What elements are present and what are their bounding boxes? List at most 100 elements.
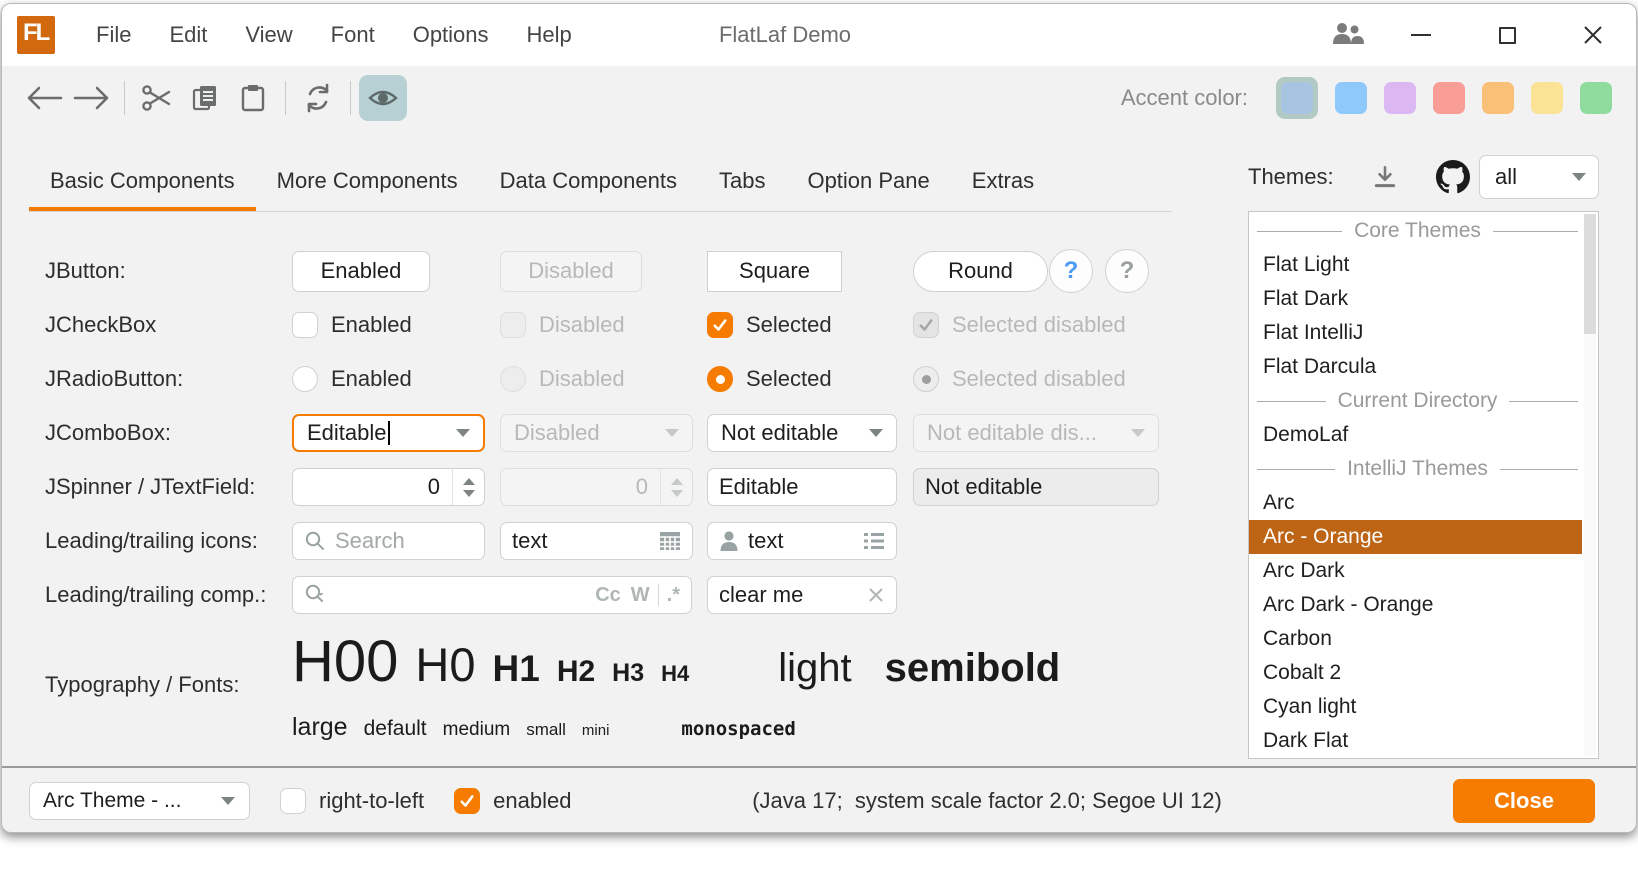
theme-item[interactable]: Arc Dark - Orange: [1249, 588, 1582, 622]
forward-button[interactable]: [68, 75, 116, 121]
minimize-button[interactable]: [1378, 4, 1464, 66]
theme-item[interactable]: Cobalt 2: [1249, 656, 1582, 690]
radio-selected[interactable]: [707, 366, 733, 392]
theme-item[interactable]: Flat IntelliJ: [1249, 316, 1582, 350]
accent-swatch-2[interactable]: [1335, 82, 1367, 114]
list-icon[interactable]: [863, 531, 885, 551]
scrollbar-thumb[interactable]: [1584, 214, 1596, 334]
themes-filter-combo[interactable]: all: [1479, 155, 1599, 199]
theme-item[interactable]: Arc: [1249, 486, 1582, 520]
theme-item[interactable]: DemoLaf: [1249, 418, 1582, 452]
themes-panel: Themes: all Core Themes Flat Light Flat …: [1248, 154, 1599, 759]
search-input[interactable]: Search: [292, 522, 485, 560]
users-icon[interactable]: [1318, 20, 1378, 51]
tab-extras[interactable]: Extras: [951, 154, 1055, 211]
whole-word-button[interactable]: W: [631, 584, 650, 607]
cut-button[interactable]: [133, 75, 181, 121]
accent-swatch-1[interactable]: [1281, 82, 1313, 114]
theme-item[interactable]: Dark Flat: [1249, 724, 1582, 758]
spinner-arrows[interactable]: [452, 469, 484, 505]
tab-data-components[interactable]: Data Components: [479, 154, 698, 211]
close-button[interactable]: Close: [1453, 779, 1595, 823]
maximize-button[interactable]: [1464, 4, 1550, 66]
checkbox-selected[interactable]: [707, 312, 733, 338]
text-input-value: text: [748, 528, 783, 554]
theme-item[interactable]: Flat Dark: [1249, 282, 1582, 316]
themes-filter-value: all: [1495, 164, 1517, 190]
radio-selected-label: Selected: [746, 366, 832, 392]
themes-scrollbar[interactable]: [1584, 214, 1596, 756]
accent-swatch-4[interactable]: [1433, 82, 1465, 114]
checkbox-enabled[interactable]: [292, 312, 318, 338]
theme-item[interactable]: Arc Dark: [1249, 554, 1582, 588]
close-window-button[interactable]: [1550, 4, 1636, 66]
theme-group-separator: Core Themes: [1249, 214, 1582, 248]
radio-enabled[interactable]: [292, 366, 318, 392]
textfield-editable[interactable]: Editable: [707, 468, 897, 506]
download-themes-button[interactable]: [1372, 164, 1398, 190]
back-button[interactable]: [20, 75, 68, 121]
small-sample: small: [526, 720, 566, 740]
accent-swatch-7[interactable]: [1580, 82, 1612, 114]
theme-selector-combo[interactable]: Arc Theme - ...: [29, 782, 250, 820]
accent-swatch-6[interactable]: [1531, 82, 1563, 114]
clear-icon[interactable]: [867, 586, 885, 604]
round-button[interactable]: Round: [913, 251, 1048, 292]
menu-help[interactable]: Help: [508, 4, 591, 66]
menu-view[interactable]: View: [226, 4, 311, 66]
theme-item[interactable]: Flat Darcula: [1249, 350, 1582, 384]
tab-basic-components[interactable]: Basic Components: [29, 154, 256, 211]
theme-item[interactable]: Cyan light: [1249, 690, 1582, 724]
minimize-icon: [1411, 34, 1431, 36]
text-input-person[interactable]: text: [707, 522, 897, 560]
jspinner-label: JSpinner / JTextField:: [45, 474, 292, 500]
combobox-not-editable[interactable]: Not editable: [707, 414, 897, 452]
enabled-button[interactable]: Enabled: [292, 251, 430, 292]
theme-item-selected[interactable]: Arc - Orange: [1249, 520, 1582, 554]
menu-file[interactable]: File: [77, 4, 150, 66]
tab-option-pane[interactable]: Option Pane: [786, 154, 950, 211]
theme-item[interactable]: Carbon: [1249, 622, 1582, 656]
tab-tabs[interactable]: Tabs: [698, 154, 786, 211]
menu-font[interactable]: Font: [312, 4, 394, 66]
checkbox-selected-disabled-label: Selected disabled: [952, 312, 1126, 338]
match-case-button[interactable]: Cc: [595, 584, 621, 607]
spinner-enabled[interactable]: 0: [292, 468, 485, 506]
search-with-options-input[interactable]: Cc W .*: [292, 576, 692, 614]
combobox-editable[interactable]: Editable: [292, 414, 485, 452]
right-to-left-checkbox[interactable]: [280, 788, 306, 814]
menu-edit[interactable]: Edit: [150, 4, 226, 66]
accent-swatch-5[interactable]: [1482, 82, 1514, 114]
radio-dot: [716, 375, 725, 384]
mini-sample: mini: [582, 722, 610, 739]
text-input-calendar[interactable]: text: [500, 522, 693, 560]
table-icon[interactable]: [659, 531, 681, 551]
refresh-button[interactable]: [294, 75, 342, 121]
menu-options[interactable]: Options: [394, 4, 508, 66]
accent-color-label: Accent color:: [1121, 85, 1248, 111]
themes-list[interactable]: Core Themes Flat Light Flat Dark Flat In…: [1248, 211, 1599, 759]
spinner-up-icon[interactable]: [463, 478, 475, 485]
theme-group-label: Current Directory: [1338, 389, 1498, 413]
github-link[interactable]: [1436, 160, 1470, 194]
accent-swatch-3[interactable]: [1384, 82, 1416, 114]
copy-button[interactable]: [181, 75, 229, 121]
tab-more-components[interactable]: More Components: [256, 154, 479, 211]
search-placeholder: Search: [335, 528, 405, 554]
jcheckbox-label: JCheckBox: [45, 312, 292, 338]
show-hidden-toggle[interactable]: [359, 75, 407, 121]
regex-button[interactable]: .*: [667, 584, 680, 607]
text-input-value: text: [512, 528, 547, 554]
help-button-gray[interactable]: ?: [1105, 249, 1149, 293]
spinner-down-icon[interactable]: [463, 490, 475, 497]
jradiobutton-row: JRadioButton: Enabled Disabled Selected …: [45, 352, 1172, 406]
spinner-disabled: 0: [500, 468, 693, 506]
paste-button[interactable]: [229, 75, 277, 121]
clear-me-input[interactable]: clear me: [707, 576, 897, 614]
theme-item[interactable]: Flat Light: [1249, 248, 1582, 282]
textfield-not-editable-value: Not editable: [925, 474, 1042, 500]
square-button[interactable]: Square: [707, 251, 842, 292]
field-divider: [658, 584, 659, 606]
enabled-checkbox[interactable]: [454, 788, 480, 814]
help-button-blue[interactable]: ?: [1049, 249, 1093, 293]
